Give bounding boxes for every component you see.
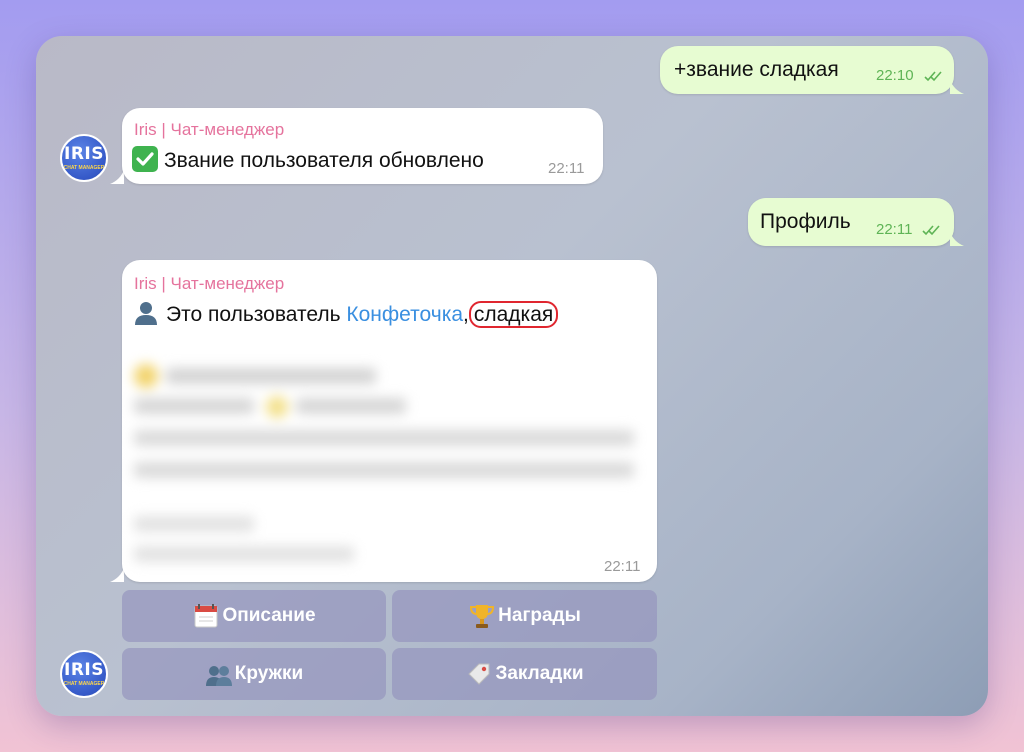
message-text: Звание пользователя обновлено bbox=[164, 149, 484, 172]
check-mark-icon bbox=[132, 146, 158, 172]
bubble-tail bbox=[950, 80, 964, 94]
keyboard-button-circles[interactable]: Кружки bbox=[122, 648, 386, 700]
user-rank: сладкая bbox=[473, 303, 554, 326]
bot-avatar[interactable]: IRIS CHAT MANAGER bbox=[60, 134, 108, 182]
sender-name[interactable]: Iris | Чат-менеджер bbox=[134, 274, 284, 294]
chat-window: +звание сладкая 22:10 IRIS CHAT MANAGER … bbox=[36, 36, 988, 716]
button-label: Кружки bbox=[234, 663, 304, 684]
sender-name[interactable]: Iris | Чат-менеджер bbox=[134, 120, 284, 140]
user-link[interactable]: Конфеточка bbox=[346, 303, 463, 326]
avatar-logo-text: IRIS bbox=[64, 144, 104, 164]
message-time: 22:11 bbox=[548, 160, 585, 177]
bookmark-tag-icon bbox=[465, 660, 493, 688]
message-prefix: Это пользователь bbox=[166, 303, 341, 326]
keyboard-button-description[interactable]: Описание bbox=[122, 590, 386, 642]
bubble-tail bbox=[110, 568, 124, 582]
calendar-icon bbox=[192, 602, 220, 630]
message-body: Это пользователь Конфеточка, сладкая bbox=[132, 300, 559, 328]
separator: , bbox=[463, 303, 469, 326]
message-text: +звание сладкая bbox=[674, 58, 839, 81]
avatar-logo-text: IRIS bbox=[64, 660, 104, 680]
button-label: Описание bbox=[222, 605, 316, 626]
read-ticks-icon bbox=[924, 71, 942, 82]
avatar-logo-subtext: CHAT MANAGER bbox=[63, 681, 105, 687]
keyboard-button-awards[interactable]: Награды bbox=[392, 590, 657, 642]
message-body: Звание пользователя обновлено bbox=[132, 146, 484, 173]
read-ticks-icon bbox=[922, 225, 940, 236]
button-label: Закладки bbox=[495, 663, 584, 684]
outgoing-message[interactable]: +звание сладкая 22:10 bbox=[660, 46, 954, 94]
rank-highlight: сладкая bbox=[468, 301, 559, 328]
bubble-tail bbox=[950, 232, 964, 246]
user-silhouette-icon bbox=[135, 302, 157, 325]
message-time: 22:11 bbox=[876, 221, 913, 238]
message-time: 22:11 bbox=[604, 558, 641, 575]
button-label: Награды bbox=[498, 605, 581, 626]
keyboard-button-bookmarks[interactable]: Закладки bbox=[392, 648, 657, 700]
trophy-icon bbox=[468, 602, 496, 630]
users-icon bbox=[205, 660, 233, 688]
incoming-message[interactable]: Iris | Чат-менеджер Звание пользователя … bbox=[122, 108, 603, 184]
outgoing-message[interactable]: Профиль 22:11 bbox=[748, 198, 954, 246]
incoming-message-profile[interactable]: Iris | Чат-менеджер Это пользователь Кон… bbox=[122, 260, 657, 582]
avatar-logo-subtext: CHAT MANAGER bbox=[63, 165, 105, 171]
message-text: Профиль bbox=[760, 210, 851, 233]
message-time: 22:10 bbox=[876, 67, 914, 84]
bot-avatar[interactable]: IRIS CHAT MANAGER bbox=[60, 650, 108, 698]
redacted-profile-details bbox=[132, 356, 642, 562]
bubble-tail bbox=[110, 170, 124, 184]
